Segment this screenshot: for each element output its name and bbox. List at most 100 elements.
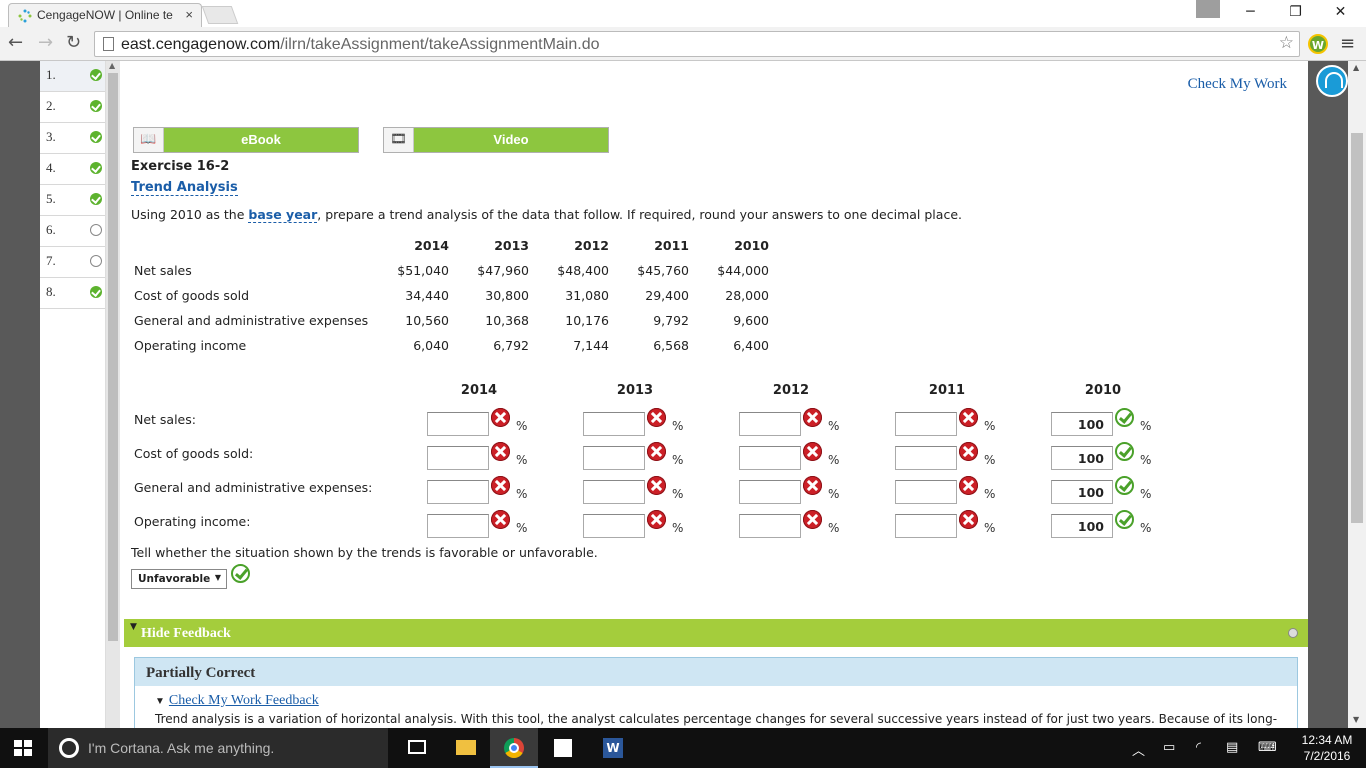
percent-input[interactable]: [583, 412, 645, 436]
page-scrollbar[interactable]: ▲ ▼: [1348, 61, 1366, 728]
hide-feedback-label: Hide Feedback: [141, 626, 231, 641]
user-profile-icon[interactable]: [1196, 0, 1220, 18]
tray-chevron-icon[interactable]: ︿: [1132, 740, 1145, 759]
maximize-button[interactable]: ❐: [1273, 0, 1318, 24]
film-icon: 🎞: [384, 128, 414, 152]
nav-scroll-thumb[interactable]: [108, 73, 118, 641]
page-scroll-up-icon[interactable]: ▲: [1353, 63, 1359, 72]
percent-input[interactable]: [427, 412, 489, 436]
percent-input[interactable]: [895, 514, 957, 538]
table-cell: $51,040: [397, 263, 449, 278]
percent-input[interactable]: 100: [1051, 412, 1113, 436]
question-nav-item[interactable]: 2.: [40, 92, 105, 123]
minimize-button[interactable]: ─: [1228, 0, 1273, 24]
reload-icon[interactable]: ↻: [66, 32, 81, 53]
incorrect-x-icon: [647, 476, 666, 495]
clock[interactable]: 12:34 AM 7/2/2016: [1296, 732, 1358, 764]
question-nav-item[interactable]: 4.: [40, 154, 105, 185]
feedback-toggle-icon[interactable]: [1288, 628, 1298, 638]
battery-icon[interactable]: ▭: [1163, 740, 1175, 755]
hide-feedback-bar[interactable]: ▼ Hide Feedback: [124, 619, 1308, 647]
base-year-link[interactable]: base year: [248, 207, 318, 223]
close-window-button[interactable]: ✕: [1318, 0, 1363, 24]
percent-input[interactable]: [583, 446, 645, 470]
forward-arrow-icon[interactable]: →: [38, 32, 53, 53]
cortana-search-box[interactable]: I'm Cortana. Ask me anything.: [48, 728, 388, 768]
incorrect-x-icon: [803, 442, 822, 461]
question-nav-item[interactable]: 8.: [40, 278, 105, 309]
check-my-work-feedback-link[interactable]: ▼ Check My Work Feedback: [155, 693, 319, 709]
back-arrow-icon[interactable]: ←: [8, 32, 23, 53]
table-cell: $44,000: [717, 263, 769, 278]
table-cell: 6,040: [413, 338, 449, 353]
url-domain: east.cengagenow.com: [121, 36, 281, 53]
table-row: Cost of goods sold 34,440 30,800 31,080 29,4…: [131, 283, 777, 308]
percent-input[interactable]: 100: [1051, 480, 1113, 504]
chrome-icon[interactable]: [504, 738, 524, 758]
percent-input[interactable]: 100: [1051, 446, 1113, 470]
scroll-up-arrow-icon[interactable]: ▲: [109, 61, 115, 70]
percent-input[interactable]: [427, 446, 489, 470]
incorrect-x-icon: [491, 510, 510, 529]
percent-sign: %: [516, 521, 528, 535]
percent-input[interactable]: [739, 514, 801, 538]
question-nav-item[interactable]: 6.: [40, 216, 105, 247]
percent-input[interactable]: [583, 514, 645, 538]
year-header: 2010: [734, 238, 769, 253]
instr-text-pre: Using 2010 as the: [131, 207, 249, 222]
favorability-select[interactable]: Unfavorable ▼: [131, 569, 227, 589]
percent-input[interactable]: [427, 514, 489, 538]
percent-input[interactable]: [895, 480, 957, 504]
headset-help-icon[interactable]: [1316, 65, 1348, 97]
question-nav-item[interactable]: 7.: [40, 247, 105, 278]
question-nav-item[interactable]: 1.: [40, 61, 105, 92]
tab-close-icon[interactable]: ×: [185, 7, 193, 22]
address-bar[interactable]: east.cengagenow.com/ilrn/takeAssignment/…: [94, 31, 1300, 57]
task-view-icon[interactable]: [408, 740, 426, 754]
video-button[interactable]: 🎞 Video: [383, 127, 609, 153]
percent-input[interactable]: [739, 446, 801, 470]
percent-input[interactable]: [739, 412, 801, 436]
answer-year-header: 2011: [928, 383, 966, 398]
correct-check-icon: [1115, 442, 1134, 461]
percent-input[interactable]: 100: [1051, 514, 1113, 538]
percent-input[interactable]: [895, 446, 957, 470]
percent-input[interactable]: [583, 480, 645, 504]
word-icon[interactable]: W: [603, 738, 623, 758]
percent-input[interactable]: [739, 480, 801, 504]
wifi-icon[interactable]: ◜: [1196, 740, 1201, 755]
exercise-title-link[interactable]: Trend Analysis: [131, 180, 238, 196]
percent-input[interactable]: [895, 412, 957, 436]
table-cell: 6,792: [493, 338, 529, 353]
question-nav-item[interactable]: 3.: [40, 123, 105, 154]
file-explorer-icon[interactable]: [456, 740, 476, 755]
percent-sign: %: [516, 487, 528, 501]
ebook-button[interactable]: 📖 eBook: [133, 127, 359, 153]
question-nav-item[interactable]: 5.: [40, 185, 105, 216]
new-tab-button[interactable]: [201, 6, 239, 24]
percent-input[interactable]: [427, 480, 489, 504]
feedback-panel: Partially Correct ▼ Check My Work Feedbac…: [134, 657, 1298, 728]
percent-sign: %: [1140, 419, 1152, 433]
chrome-menu-icon[interactable]: ≡: [1340, 33, 1355, 54]
page-scroll-thumb[interactable]: [1351, 133, 1363, 523]
year-header: 2014: [414, 238, 449, 253]
instructions: Using 2010 as the base year, prepare a t…: [131, 207, 962, 223]
table-cell: $45,760: [637, 263, 689, 278]
incomplete-circle-icon: [90, 224, 102, 236]
bookmark-star-icon[interactable]: ☆: [1279, 33, 1294, 53]
windows-start-icon[interactable]: [14, 740, 32, 756]
browser-tab[interactable]: CengageNOW | Online te ×: [8, 3, 202, 27]
store-icon[interactable]: [554, 739, 572, 757]
row-label: General and administrative expenses: [134, 313, 369, 328]
keyboard-icon[interactable]: ⌨: [1258, 740, 1277, 755]
year-header: 2013: [494, 238, 529, 253]
extension-w-icon[interactable]: W: [1308, 34, 1328, 54]
table-cell: 9,600: [733, 313, 769, 328]
nav-scrollbar[interactable]: ▲: [106, 61, 120, 728]
check-my-work-link[interactable]: Check My Work: [1188, 76, 1287, 93]
question-nav-label: 6.: [46, 222, 56, 237]
notifications-icon[interactable]: ▤: [1226, 740, 1238, 755]
percent-sign: %: [516, 419, 528, 433]
page-scroll-down-icon[interactable]: ▼: [1353, 715, 1359, 724]
